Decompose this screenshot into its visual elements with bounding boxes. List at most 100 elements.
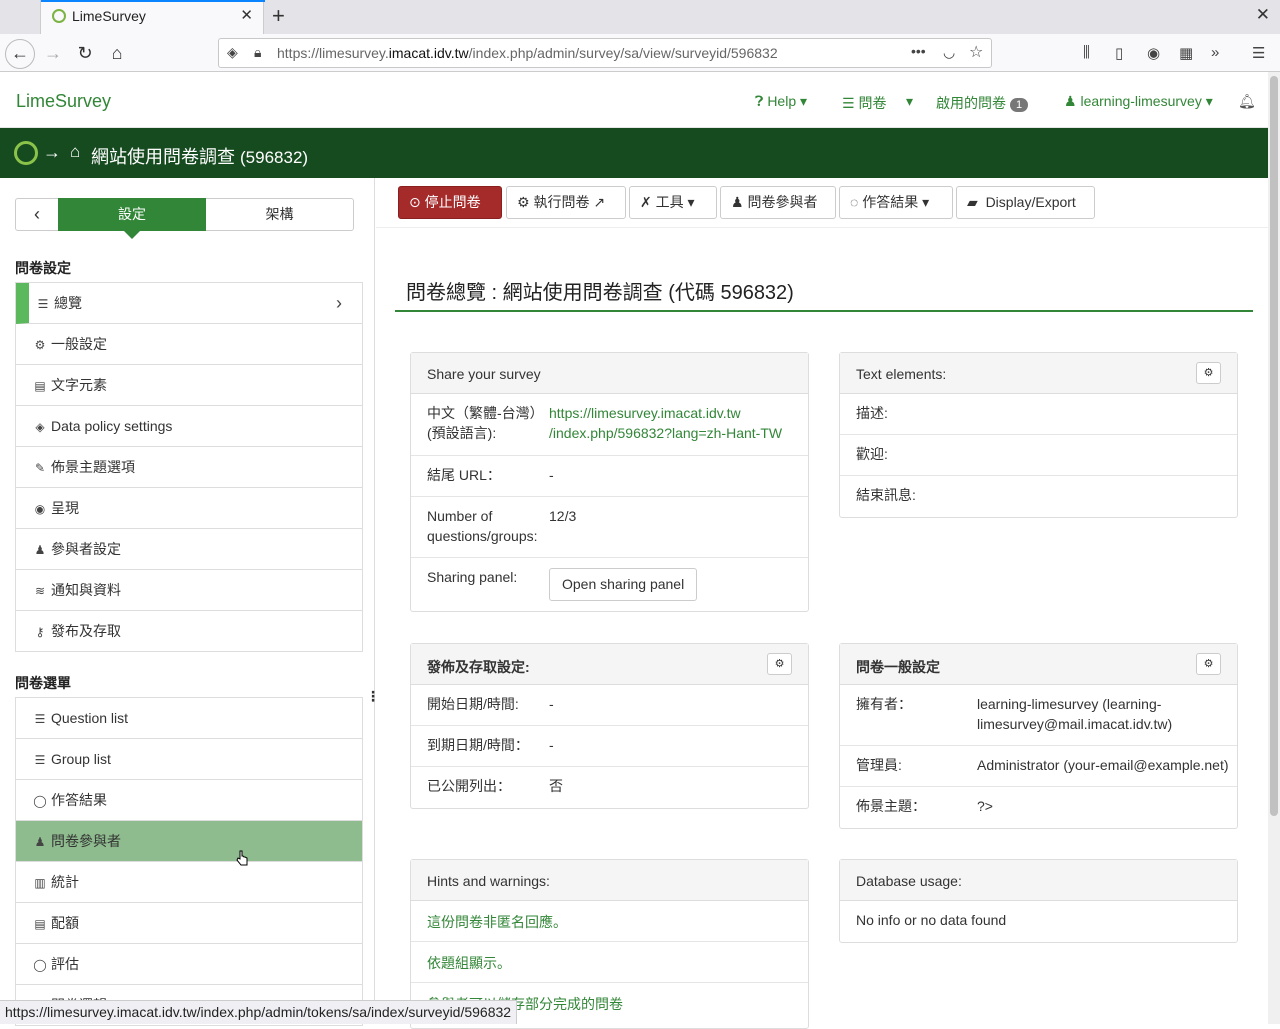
cogs-icon[interactable]: ⚙	[1196, 653, 1221, 675]
bookmark-star-icon[interactable]: ☆	[969, 42, 983, 62]
sidebar-item-icon: ☰	[37, 297, 49, 311]
bell-icon[interactable]: 🔔︎	[1238, 93, 1256, 110]
text-elements-panel: Text elements: ⚙ 描述: 歡迎: 結束訊息:	[839, 352, 1238, 518]
title-underline	[395, 310, 1253, 312]
back-button[interactable]: ←	[5, 39, 35, 69]
sidebar-item-icon: ◈	[35, 420, 45, 434]
menu-icon[interactable]: ☰	[1252, 44, 1265, 62]
sidebar-item-icon: ☰	[34, 753, 46, 767]
execute-survey-button[interactable]: ⚙ 執行問卷 ↗	[506, 186, 626, 219]
status-bar: https://limesurvey.imacat.idv.tw/index.p…	[0, 1000, 518, 1024]
sidebar-item[interactable]: ☰ 總覽 ›	[16, 283, 362, 324]
sidebar-item[interactable]: ▤ 配額	[16, 903, 362, 944]
cogs-icon[interactable]: ⚙	[767, 653, 792, 675]
tab-settings[interactable]: 設定	[58, 198, 206, 239]
arrow-right-icon: →	[43, 142, 61, 162]
more-actions-icon[interactable]: •••	[911, 43, 926, 59]
tab-structure[interactable]: 架構	[206, 199, 353, 230]
sidebar-item[interactable]: ◯ 評估	[16, 944, 362, 985]
sidebar-item[interactable]: ▤ 文字元素	[16, 365, 362, 406]
sidebar: ‹ 設定 架構 問卷設定 ☰ 總覽 › ⚙ 一般設定 ▤ 文字元素 ◈ Data policy …	[0, 178, 380, 1026]
sidebar-item-label: 一般設定	[51, 336, 107, 352]
active-surveys-link[interactable]: 啟用的問卷 1	[936, 93, 1029, 113]
sidebar-item[interactable]: ☰ Question list	[16, 698, 362, 739]
sidebar-item[interactable]: ◯ 作答結果	[16, 780, 362, 821]
gear-icon: ⚙	[517, 194, 530, 210]
sidebar-item[interactable]: ◈ Data policy settings	[16, 406, 362, 447]
page-scrollbar[interactable]	[1268, 72, 1280, 1024]
tab-bar: LimeSurvey ✕ + ✕	[0, 0, 1280, 34]
survey-menu: ☰ Question list ☰ Group list ◯ 作答結果 ♟ 問卷參與者 ▥ 統計 ▤…	[15, 697, 363, 1026]
url-text[interactable]: https://limesurvey.imacat.idv.tw/index.p…	[277, 45, 778, 61]
folder-open-icon: ▰	[967, 194, 978, 210]
scrollbar-thumb[interactable]	[1270, 76, 1278, 816]
account-icon[interactable]: ◉	[1147, 44, 1160, 62]
sidebar-item[interactable]: ♟ 問卷參與者	[16, 821, 362, 862]
survey-link[interactable]: https://limesurvey.imacat.idv.tw/index.p…	[549, 403, 782, 443]
sidebar-item[interactable]: ≋ 通知與資料	[16, 570, 362, 611]
forward-button[interactable]: →	[39, 40, 67, 66]
admin-row: 管理員: Administrator (your-email@example.ne…	[840, 746, 1237, 787]
sidebar-item-icon: ◉	[34, 502, 46, 516]
lock-icon[interactable]: 🔒︎	[254, 44, 261, 61]
sidebar-item[interactable]: ▥ 統計	[16, 862, 362, 903]
sidebar-item[interactable]: ⚙ 一般設定	[16, 324, 362, 365]
hint-item[interactable]: 這份問卷非匿名回應。	[411, 901, 808, 942]
publish-panel-header: 發佈及存取設定: ⚙	[411, 644, 808, 685]
hint-item[interactable]: 依題組顯示。	[411, 942, 808, 983]
database-usage-panel: Database usage: No info or no data found	[839, 859, 1238, 943]
start-date-label: 開始日期/時間:	[427, 696, 519, 712]
start-date-row: 開始日期/時間: -	[411, 685, 808, 726]
sidebar-item[interactable]: ⚷ 發布及存取	[16, 611, 362, 652]
tab-close-icon[interactable]: ✕	[240, 6, 253, 24]
stop-survey-button[interactable]: ⊙ 停止問卷	[398, 186, 502, 219]
library-icon[interactable]: ⫼	[1083, 44, 1090, 61]
owner-label: 擁有者：	[856, 696, 912, 712]
surveys-menu[interactable]: ☰ 問卷	[842, 93, 886, 113]
collapse-sidebar-button[interactable]: ‹	[16, 199, 58, 230]
sidebar-item-icon: ✎	[34, 461, 46, 475]
user-menu[interactable]: ♟ learning-limesurvey ▾	[1064, 93, 1213, 110]
overflow-icon[interactable]: »	[1211, 44, 1219, 61]
sidebar-item[interactable]: ♟ 參與者設定	[16, 529, 362, 570]
extensions-icon[interactable]: ▦	[1179, 44, 1193, 62]
survey-title[interactable]: 網站使用問卷調查 (596832)	[91, 143, 308, 169]
sidebar-toggle-icon[interactable]: ▯	[1115, 44, 1123, 62]
sidebar-item-label: 統計	[51, 874, 79, 890]
new-tab-button[interactable]: +	[272, 3, 285, 29]
share-panel-header: Share your survey	[411, 353, 808, 394]
hand-cursor-icon	[236, 850, 248, 866]
limesurvey-favicon-icon	[52, 9, 66, 23]
url-bar[interactable]: ◈ 🔒︎ https://limesurvey.imacat.idv.tw/in…	[218, 38, 992, 68]
participants-button[interactable]: ♟ 問卷參與者	[720, 186, 836, 219]
sidebar-item[interactable]: ☰ Group list	[16, 739, 362, 780]
home-button[interactable]: ⌂	[103, 40, 131, 66]
shield-icon[interactable]: ◈	[227, 44, 238, 61]
app-header: LimeSurvey ❓︎ Help ▾ ☰ 問卷 ▾ 啟用的問卷 1 ♟ lea…	[0, 72, 1268, 128]
home-icon[interactable]: ⌂	[70, 142, 80, 162]
pocket-icon[interactable]: ◡	[943, 44, 955, 61]
responses-button[interactable]: ◌ 作答結果 ▾	[839, 186, 953, 219]
open-sharing-panel-button[interactable]: Open sharing panel	[549, 568, 698, 601]
display-export-button[interactable]: ▰ Display/Export	[956, 186, 1095, 219]
cogs-icon[interactable]: ⚙	[1196, 362, 1221, 384]
database-usage-row: No info or no data found	[840, 901, 1237, 942]
public-listed-value: 否	[549, 778, 563, 794]
sidebar-item-icon: ≋	[34, 584, 46, 598]
help-menu[interactable]: ❓︎ Help ▾	[755, 93, 807, 110]
limesurvey-logo-icon[interactable]	[14, 141, 38, 165]
survey-menu-heading: 問卷選單	[15, 675, 71, 691]
browser-tab[interactable]: LimeSurvey ✕	[40, 0, 265, 34]
reload-button[interactable]: ↻	[71, 40, 99, 66]
sidebar-item[interactable]: ✎ 佈景主題選項	[16, 447, 362, 488]
user-icon: ♟	[731, 194, 744, 210]
surveys-dropdown-caret[interactable]: ▾	[906, 93, 913, 110]
navigation-bar: ← → ↻ ⌂ ◈ 🔒︎ https://limesurvey.imacat.i…	[0, 34, 1280, 72]
window-close-button[interactable]: ✕	[1256, 5, 1270, 25]
tools-button[interactable]: ✗ 工具 ▾	[629, 186, 717, 219]
welcome-label: 歡迎:	[856, 446, 888, 462]
owner-value: learning-limesurvey (learning-limesurvey…	[977, 696, 1173, 732]
sidebar-item[interactable]: ◉ 呈現	[16, 488, 362, 529]
brand-logo[interactable]: LimeSurvey	[16, 91, 111, 112]
hints-panel-header: Hints and warnings:	[411, 860, 808, 901]
